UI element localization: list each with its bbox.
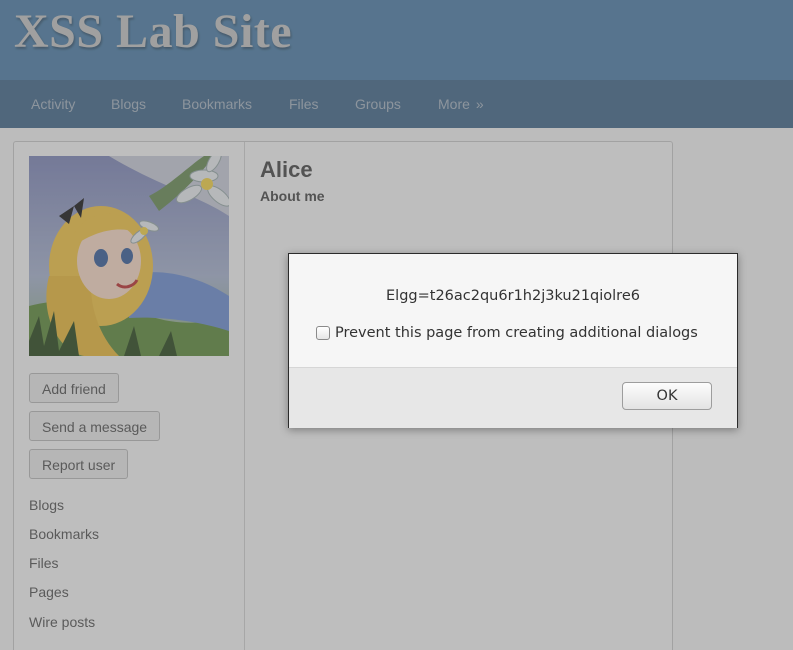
page: XSS Lab Site Activity Blogs Bookmarks Fi… bbox=[0, 0, 793, 650]
prevent-dialogs-label[interactable]: Prevent this page from creating addition… bbox=[335, 325, 698, 341]
dialog-footer: OK bbox=[289, 367, 737, 428]
ok-button[interactable]: OK bbox=[622, 382, 712, 410]
alert-dialog: Elgg=t26ac2qu6r1h2j3ku21qiolre6 Prevent … bbox=[288, 253, 738, 428]
dialog-message: Elgg=t26ac2qu6r1h2j3ku21qiolre6 bbox=[386, 288, 640, 304]
prevent-dialogs-checkbox[interactable] bbox=[316, 326, 330, 340]
